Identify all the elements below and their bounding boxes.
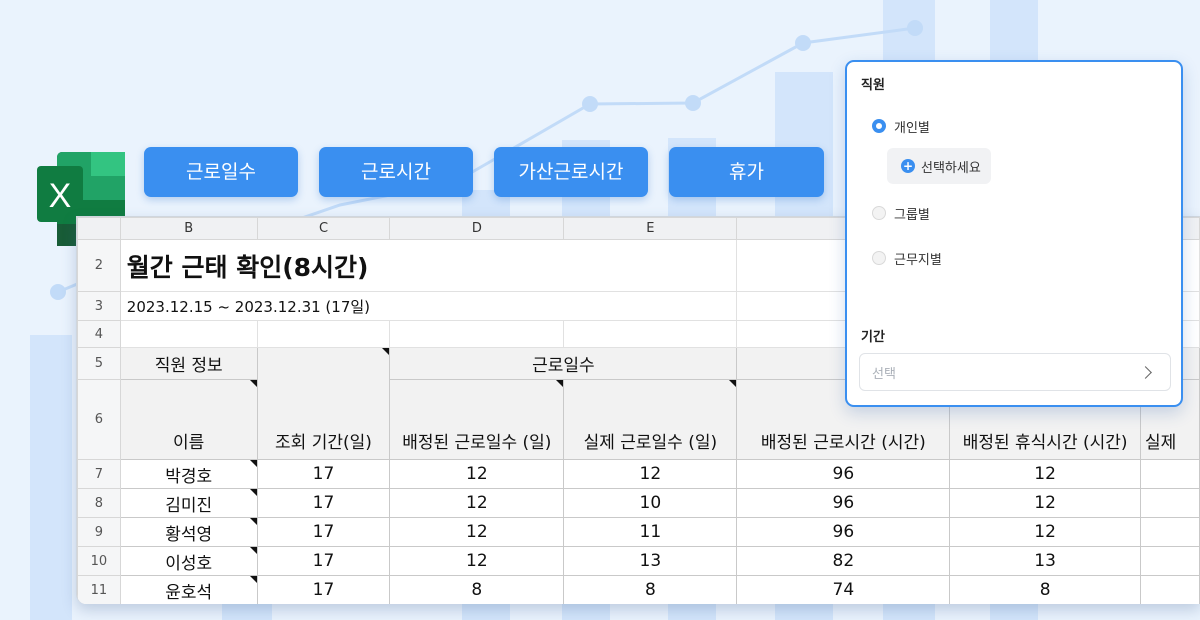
row-header[interactable]: 9 [77,517,121,547]
column-header[interactable]: E [563,217,738,240]
cell[interactable] [389,320,565,348]
cell-period[interactable]: 17 [256,517,391,547]
select-person-button[interactable]: + 선택하세요 [887,148,991,184]
header-period-label: 조회 기간(일) [275,433,372,453]
header-actual-days[interactable]: 실제 근로일수 (일) [563,379,738,460]
filter-panel: 직원 개인별 + 선택하세요 그룹별 근무지별 기간 선택 [845,60,1183,407]
cell-name[interactable]: 이성호 [119,546,258,576]
row-header[interactable]: 4 [77,320,121,348]
cell-name[interactable]: 김미진 [119,488,258,518]
row-header[interactable]: 10 [77,546,121,576]
table-row: 7 박경호 17 12 12 96 12 [77,459,1200,489]
period-select[interactable]: 선택 [859,353,1171,391]
cell-assigned-hours[interactable]: 82 [736,546,951,576]
header-assigned-days[interactable]: 배정된 근로일수 (일) [389,379,565,460]
cell[interactable] [1140,517,1200,547]
cell-assigned-rest[interactable]: 12 [949,459,1142,489]
cell[interactable] [1140,546,1200,576]
cell-actual-days[interactable]: 13 [563,546,738,576]
cell-actual-days[interactable]: 12 [563,459,738,489]
cell-actual-days[interactable]: 10 [563,488,738,518]
table-row: 11 윤호석 17 8 8 74 8 [77,575,1200,604]
radio-individual[interactable]: 개인별 [872,117,930,136]
table-row: 10 이성호 17 12 13 82 13 [77,546,1200,576]
radio-workplace[interactable]: 근무지별 [872,249,942,268]
cell-period[interactable]: 17 [256,488,391,518]
row-header[interactable]: 7 [77,459,121,489]
cell-name[interactable]: 박경호 [119,459,258,489]
cell-assigned-hours[interactable]: 96 [736,459,951,489]
cell[interactable] [256,320,391,348]
cell-assigned-rest[interactable]: 13 [949,546,1142,576]
cell-assigned-hours[interactable]: 96 [736,488,951,518]
cell-assigned-days[interactable]: 12 [389,517,565,547]
row-header[interactable]: 2 [77,239,121,292]
cell-actual-days[interactable]: 11 [563,517,738,547]
tab-work-hours[interactable]: 근로시간 [319,147,473,197]
cell[interactable] [1140,488,1200,518]
header-period[interactable]: 조회 기간(일) [256,347,391,460]
cell-assigned-hours[interactable]: 74 [736,575,951,604]
row-header[interactable]: 5 [77,347,121,380]
cell[interactable] [563,320,738,348]
radio-group[interactable]: 그룹별 [872,204,930,223]
cell-assigned-hours[interactable]: 96 [736,517,951,547]
cell-assigned-days[interactable]: 12 [389,488,565,518]
group-header-employee-info[interactable]: 직원 정보 [119,347,258,380]
radio-workplace-label: 근무지별 [894,252,942,268]
cell-actual-days[interactable]: 8 [563,575,738,604]
cell-assigned-days[interactable]: 8 [389,575,565,604]
cell-assigned-days[interactable]: 12 [389,459,565,489]
cell-period[interactable]: 17 [256,546,391,576]
row-header[interactable]: 8 [77,488,121,518]
radio-group-label: 그룹별 [894,207,930,223]
row-header[interactable]: 11 [77,575,121,604]
tab-work-days[interactable]: 근로일수 [144,147,298,197]
tab-overtime-hours[interactable]: 가산근로시간 [494,147,648,197]
cell-assigned-rest[interactable]: 12 [949,488,1142,518]
column-header[interactable]: B [119,217,258,240]
column-header[interactable]: C [256,217,391,240]
corner-cell[interactable] [77,217,121,240]
header-name[interactable]: 이름 [119,379,258,460]
cell-period[interactable]: 17 [256,575,391,604]
date-range[interactable]: 2023.12.15 ~ 2023.12.31 (17일) [119,291,738,321]
cell[interactable] [119,320,258,348]
select-person-label: 선택하세요 [921,160,981,176]
cell-name[interactable]: 윤호석 [119,575,258,604]
chevron-right-icon [1139,365,1152,379]
table-row: 9 황석영 17 12 11 96 12 [77,517,1200,547]
group-header-work-days[interactable]: 근로일수 [389,347,738,380]
cell-assigned-rest[interactable]: 8 [949,575,1142,604]
radio-checked-icon [872,119,886,133]
cell-period[interactable]: 17 [256,459,391,489]
radio-unchecked-icon [872,251,886,265]
cell[interactable] [1140,575,1200,604]
cell[interactable] [1140,459,1200,489]
radio-individual-label: 개인별 [894,120,930,136]
row-header[interactable]: 6 [77,379,121,460]
cell-assigned-days[interactable]: 12 [389,546,565,576]
cell-assigned-rest[interactable]: 12 [949,517,1142,547]
sheet-title[interactable]: 월간 근태 확인(8시간) [119,239,738,292]
column-header[interactable]: D [389,217,565,240]
period-section-label: 기간 [861,330,885,345]
row-header[interactable]: 3 [77,291,121,321]
table-row: 8 김미진 17 12 10 96 12 [77,488,1200,518]
plus-icon: + [901,159,915,173]
employee-section-label: 직원 [861,78,885,93]
radio-unchecked-icon [872,206,886,220]
period-placeholder: 선택 [872,366,896,382]
excel-logo-letter: X [49,177,72,215]
tab-leave[interactable]: 휴가 [669,147,824,197]
cell-name[interactable]: 황석영 [119,517,258,547]
